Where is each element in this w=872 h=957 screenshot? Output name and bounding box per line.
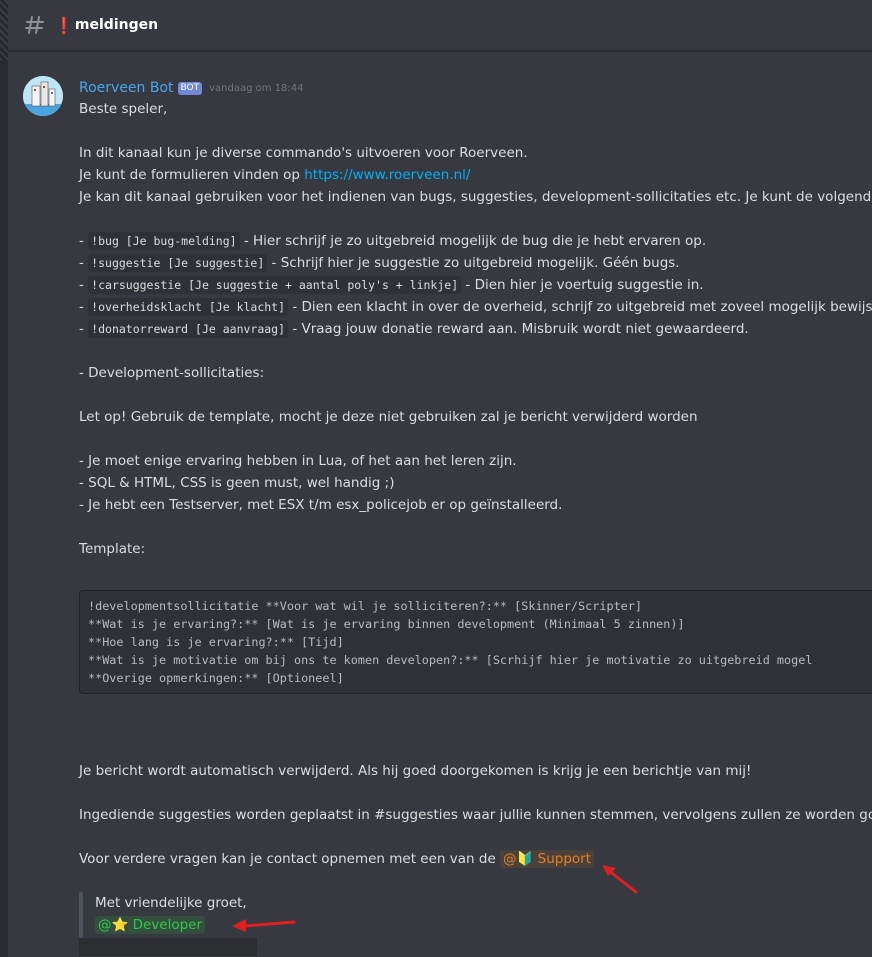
channel-header: ❗ meldingen — [8, 0, 872, 51]
command-description: - Schrijf hier je suggestie zo uitgebrei… — [267, 255, 680, 271]
command-code: !carsuggestie [Je suggestie + aantal pol… — [88, 276, 462, 294]
support-role-mention[interactable]: @🔰 Support — [500, 850, 595, 868]
developer-role-mention[interactable]: @⭐ Developer — [95, 916, 206, 934]
author-name[interactable]: Roerveen Bot — [79, 80, 174, 96]
signoff-text: Met vriendelijke groet, — [95, 895, 247, 911]
list-dash: - — [79, 299, 89, 315]
mention-at: @ — [503, 851, 517, 867]
code-line: **Overige opmerkingen:** [Optioneel] — [88, 671, 344, 685]
bot-tag: BOT — [177, 81, 203, 95]
template-codeblock[interactable]: !developmentsollicitatie **Voor wat wil … — [79, 590, 872, 694]
command-item: - !overheidsklacht [Je klacht] - Dien ee… — [79, 296, 872, 318]
command-item: - !suggestie [Je suggestie] - Schrijf hi… — [79, 252, 680, 274]
message-header: Roerveen Bot BOT vandaag om 18:44 — [79, 78, 304, 98]
intro-line-2: Je kunt de formulieren vinden op https:/… — [79, 164, 470, 186]
bot-avatar[interactable] — [23, 76, 63, 116]
template-label: Template: — [79, 541, 146, 557]
code-line: **Wat is je ervaring?:** [Wat is je erva… — [88, 617, 685, 631]
message-footer-strip — [79, 938, 257, 956]
mention-label: Developer — [128, 917, 203, 933]
message: Roerveen Bot BOT vandaag om 18:44 Beste … — [8, 50, 872, 957]
contact-line: Voor verdere vragen kan je contact opnem… — [79, 848, 595, 870]
intro-line-2-text: Je kunt de formulieren vinden op — [79, 167, 305, 183]
code-line: **Wat is je motivatie om bij ons te kome… — [88, 653, 813, 667]
auto-delete-text: Je bericht wordt automatisch verwijderd.… — [79, 763, 752, 779]
list-dash: - — [79, 233, 89, 249]
intro-line-1: In dit kanaal kun je diverse commando's … — [79, 145, 528, 161]
list-dash: - — [79, 277, 89, 293]
channel-title: ❗ meldingen — [54, 16, 158, 35]
beginner-emoji: 🔰 — [516, 851, 534, 867]
command-code: !suggestie [Je suggestie] — [88, 254, 268, 272]
list-dash: - — [79, 321, 89, 337]
contact-text: Voor verdere vragen kan je contact opnem… — [79, 851, 501, 867]
requirement-item: - Je moet enige ervaring hebben in Lua, … — [79, 453, 517, 469]
code-line: !developmentsollicitatie **Voor wat wil … — [88, 599, 642, 613]
blockquote-bar — [79, 892, 83, 938]
website-link[interactable]: https://www.roerveen.nl/ — [304, 167, 470, 183]
list-dash: - — [79, 255, 89, 271]
command-code: !donatorreward [Je aanvraag] — [88, 320, 289, 338]
command-item: - !carsuggestie [Je suggestie + aantal p… — [79, 274, 704, 296]
command-code: !overheidsklacht [Je klacht] — [88, 298, 289, 316]
star-emoji: ⭐ — [111, 917, 129, 933]
greeting: Beste speler, — [79, 101, 168, 117]
developer-line: @⭐ Developer — [95, 914, 206, 936]
text-channel-hash-icon — [24, 14, 46, 36]
command-description: - Dien een klacht in over de overheid, s… — [288, 299, 872, 315]
channel-name: meldingen — [74, 17, 159, 33]
mention-at: @ — [98, 917, 112, 933]
exclamation-emoji: ❗ — [54, 15, 74, 35]
requirement-item: - SQL & HTML, CSS is geen must, wel hand… — [79, 475, 395, 491]
command-description: - Vraag jouw donatie reward aan. Misbrui… — [288, 321, 749, 337]
suggestions-note: Ingediende suggesties worden geplaatst i… — [79, 807, 872, 823]
timestamp: vandaag om 18:44 — [209, 82, 304, 94]
command-item: - !bug [Je bug-melding] - Hier schrijf j… — [79, 230, 706, 252]
server-list-edge — [0, 0, 8, 957]
mention-label: Support — [533, 851, 592, 867]
command-description: - Hier schrijf je zo uitgebreid mogelijk… — [239, 233, 707, 249]
command-description: - Dien hier je voertuig suggestie in. — [461, 277, 704, 293]
warning-text: Let op! Gebruik de template, mocht je de… — [79, 409, 698, 425]
red-arrow-annotation — [602, 865, 638, 894]
command-code: !bug [Je bug-melding] — [88, 232, 240, 250]
code-line: **Hoe lang is je ervaring?:** [Tijd] — [88, 635, 344, 649]
requirement-item: - Je hebt een Testserver, met ESX t/m es… — [79, 497, 563, 513]
command-item: - !donatorreward [Je aanvraag] - Vraag j… — [79, 318, 749, 340]
red-arrow-annotation — [232, 919, 296, 932]
intro-line-3: Je kan dit kanaal gebruiken voor het ind… — [79, 189, 872, 205]
dev-heading: - Development-sollicitaties: — [79, 365, 265, 381]
